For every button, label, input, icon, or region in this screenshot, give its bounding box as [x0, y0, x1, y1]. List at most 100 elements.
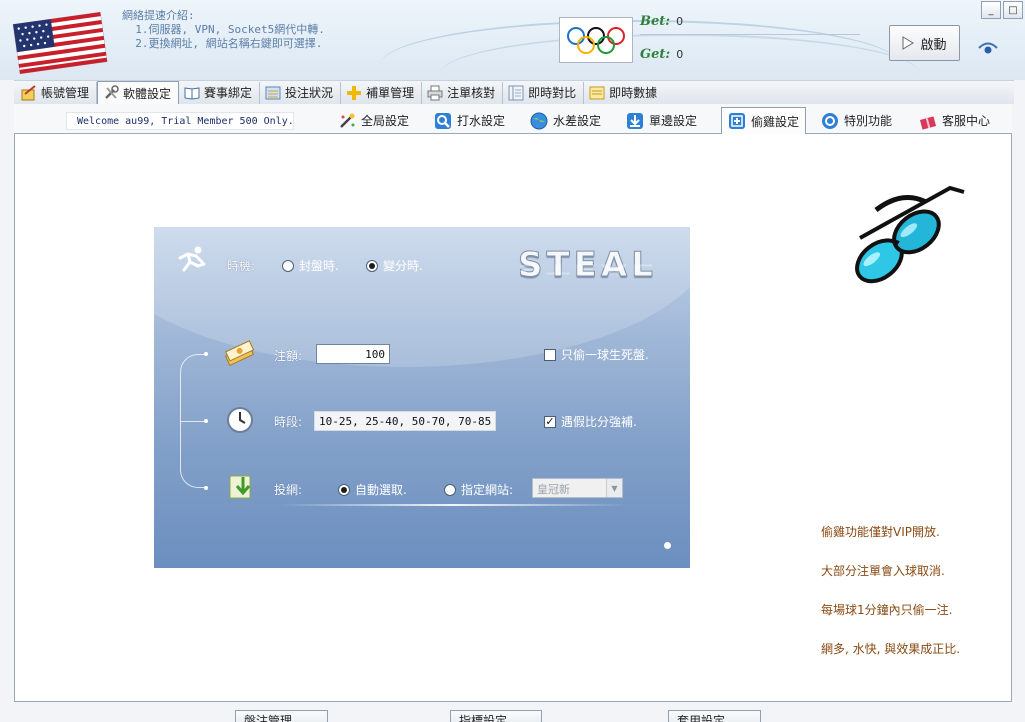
wand-icon	[340, 113, 355, 128]
data-icon	[589, 86, 605, 99]
tab-label: 特別功能	[844, 114, 893, 128]
panel-divider	[278, 504, 628, 506]
connector-dot	[204, 419, 208, 423]
tab-label: 客服中心	[942, 114, 991, 128]
tab-supplement[interactable]: 補單管理	[341, 81, 423, 104]
tab-special-functions[interactable]: 特別功能	[815, 107, 898, 134]
steal-logo-reflection: STEAL	[518, 261, 657, 277]
period-input[interactable]	[314, 411, 496, 431]
tab-customer-service[interactable]: 客服中心	[913, 107, 996, 134]
tab-one-side-settings[interactable]: 單邊設定	[620, 107, 703, 134]
amount-label: 注額:	[274, 349, 303, 363]
intro-line: 2.更換網址, 網站名稱右鍵即可選擇.	[122, 37, 323, 50]
start-label: 啟動	[920, 37, 947, 53]
eye-icon[interactable]	[978, 40, 998, 56]
connector-dot	[204, 486, 208, 490]
chevron-down-icon: ▼	[606, 479, 622, 497]
tab-label: 水差設定	[553, 114, 602, 128]
auto-select-radio[interactable]: 自動選取.	[338, 481, 407, 498]
tab-live-data[interactable]: 即時數據	[584, 82, 664, 104]
indicator-settings-button[interactable]: 指標設定	[450, 710, 542, 722]
per-match-note: 每場球1分鐘內只偷一注.	[821, 603, 953, 617]
tab-label: 賽事綁定	[204, 86, 253, 100]
start-button[interactable]: 啟動	[889, 25, 960, 61]
get-display: Get: 0	[640, 47, 683, 62]
compare-icon	[508, 85, 524, 100]
checkbox-label: 只偷一球生死盤.	[561, 348, 649, 362]
tools-icon	[105, 85, 119, 99]
magnifier-icon	[435, 112, 451, 129]
tab-label: 補單管理	[366, 86, 415, 100]
intro-line: 1.伺服器, VPN, Socket5網代中轉.	[122, 23, 325, 36]
us-flag-icon	[12, 11, 108, 75]
network-note: 網多, 水快, 與效果成正比.	[821, 642, 961, 656]
connector-dot	[204, 352, 208, 356]
clock-icon	[227, 407, 253, 433]
tab-label: 打水設定	[457, 114, 506, 128]
book-icon	[184, 86, 200, 100]
tab-account[interactable]: 帳號管理	[16, 81, 98, 104]
network-intro: 網絡提速介紹: 1.伺服器, VPN, Socket5網代中轉. 2.更換網址,…	[122, 9, 325, 51]
radio-label: 變分時.	[383, 259, 423, 273]
tab-label: 即時數據	[609, 86, 658, 100]
tab-water-diff-settings[interactable]: 水差設定	[524, 107, 607, 134]
tab-label: 即時對比	[528, 86, 577, 100]
timing-score-change-radio[interactable]: 變分時.	[366, 257, 423, 274]
specify-site-radio[interactable]: 指定網站:	[444, 481, 513, 498]
app-header: 網絡提速介紹: 1.伺服器, VPN, Socket5網代中轉. 2.更換網址,…	[0, 0, 1025, 80]
tab-label: 全局設定	[361, 114, 410, 128]
tab-label: 注單核對	[447, 86, 496, 100]
get-value: 0	[676, 48, 684, 61]
bet-label: Bet:	[640, 14, 671, 29]
play-icon	[902, 36, 915, 50]
money-stack-icon	[224, 340, 255, 367]
steal-settings-panel: STEAL STEAL	[154, 227, 690, 568]
checkbox-box	[544, 348, 556, 361]
sub-tab-bar: Welcome au99, Trial Member 500 Only. 全局設…	[14, 104, 1012, 135]
download-arrow-icon	[229, 475, 251, 499]
radio-dot	[338, 483, 350, 496]
fake-score-checkbox[interactable]: ✓ 遇假比分強補.	[544, 413, 637, 430]
radio-label: 封盤時.	[299, 259, 339, 273]
intro-line: 網絡提速介紹:	[122, 9, 195, 22]
tab-water-settings[interactable]: 打水設定	[428, 107, 511, 134]
runner-icon	[178, 246, 206, 272]
tab-label: 單邊設定	[649, 114, 698, 128]
cancel-note: 大部分注單會入球取消.	[821, 564, 945, 578]
minimize-button[interactable]: _	[981, 1, 1001, 19]
list-icon	[265, 86, 281, 99]
timing-label: 時機:	[227, 259, 256, 273]
tab-global-settings[interactable]: 全局設定	[332, 107, 415, 134]
panel-dot	[664, 542, 671, 549]
tab-event-binding[interactable]: 賽事綁定	[179, 81, 261, 104]
amount-input[interactable]	[316, 344, 390, 364]
apply-settings-button[interactable]: 套用設定	[668, 710, 761, 722]
tab-label: 偷雞設定	[751, 114, 800, 129]
radio-label: 指定網站:	[461, 483, 514, 497]
tab-bet-status[interactable]: 投注狀況	[260, 81, 342, 104]
olympic-rings-icon	[559, 17, 633, 63]
timing-close-radio[interactable]: 封盤時.	[282, 257, 339, 274]
download-icon	[627, 112, 643, 129]
gift-icon	[919, 115, 937, 130]
radio-dot	[444, 483, 456, 496]
tab-bet-check[interactable]: 注單核對	[422, 81, 504, 104]
plus-box-icon	[729, 113, 745, 129]
site-select[interactable]: 皇冠新 ▼	[532, 478, 623, 498]
radio-label: 自動選取.	[355, 483, 407, 497]
globe-icon	[530, 112, 548, 129]
steal-one-ball-checkbox[interactable]: 只偷一球生死盤.	[544, 346, 649, 363]
get-label: Get:	[640, 47, 671, 62]
period-label: 時段:	[274, 415, 303, 429]
bet-management-button[interactable]: 盤注管理	[235, 710, 328, 722]
tab-software-settings[interactable]: 軟體設定	[97, 80, 180, 105]
tab-steal-settings[interactable]: 偷雞設定	[721, 107, 807, 135]
radio-dot	[282, 259, 294, 272]
tab-label: 投注狀況	[285, 86, 334, 100]
site-label: 投網:	[274, 483, 303, 497]
plus-icon	[347, 85, 362, 100]
close-button[interactable]: □	[1003, 1, 1023, 19]
tab-label: 帳號管理	[41, 86, 90, 100]
account-icon	[21, 84, 36, 100]
tab-live-compare[interactable]: 即時對比	[503, 81, 585, 104]
